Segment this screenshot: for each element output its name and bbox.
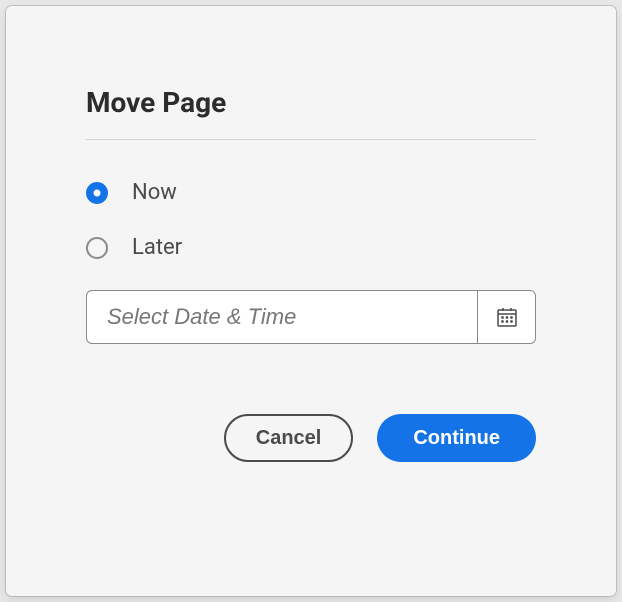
dialog-actions: Cancel Continue: [86, 414, 536, 462]
date-time-field: [86, 290, 536, 344]
calendar-icon: [495, 305, 519, 329]
option-now[interactable]: Now: [86, 180, 536, 205]
option-later-label: Later: [132, 235, 182, 260]
radio-now[interactable]: [86, 182, 108, 204]
divider: [86, 139, 536, 140]
option-later[interactable]: Later: [86, 235, 536, 260]
radio-later[interactable]: [86, 237, 108, 259]
option-now-label: Now: [132, 180, 177, 205]
continue-button[interactable]: Continue: [377, 414, 536, 462]
cancel-button[interactable]: Cancel: [224, 414, 354, 462]
calendar-picker-button[interactable]: [477, 291, 535, 343]
date-time-input[interactable]: [87, 291, 477, 343]
move-page-dialog: Move Page Now Later Cancel: [6, 6, 616, 596]
dialog-title: Move Page: [86, 86, 536, 119]
